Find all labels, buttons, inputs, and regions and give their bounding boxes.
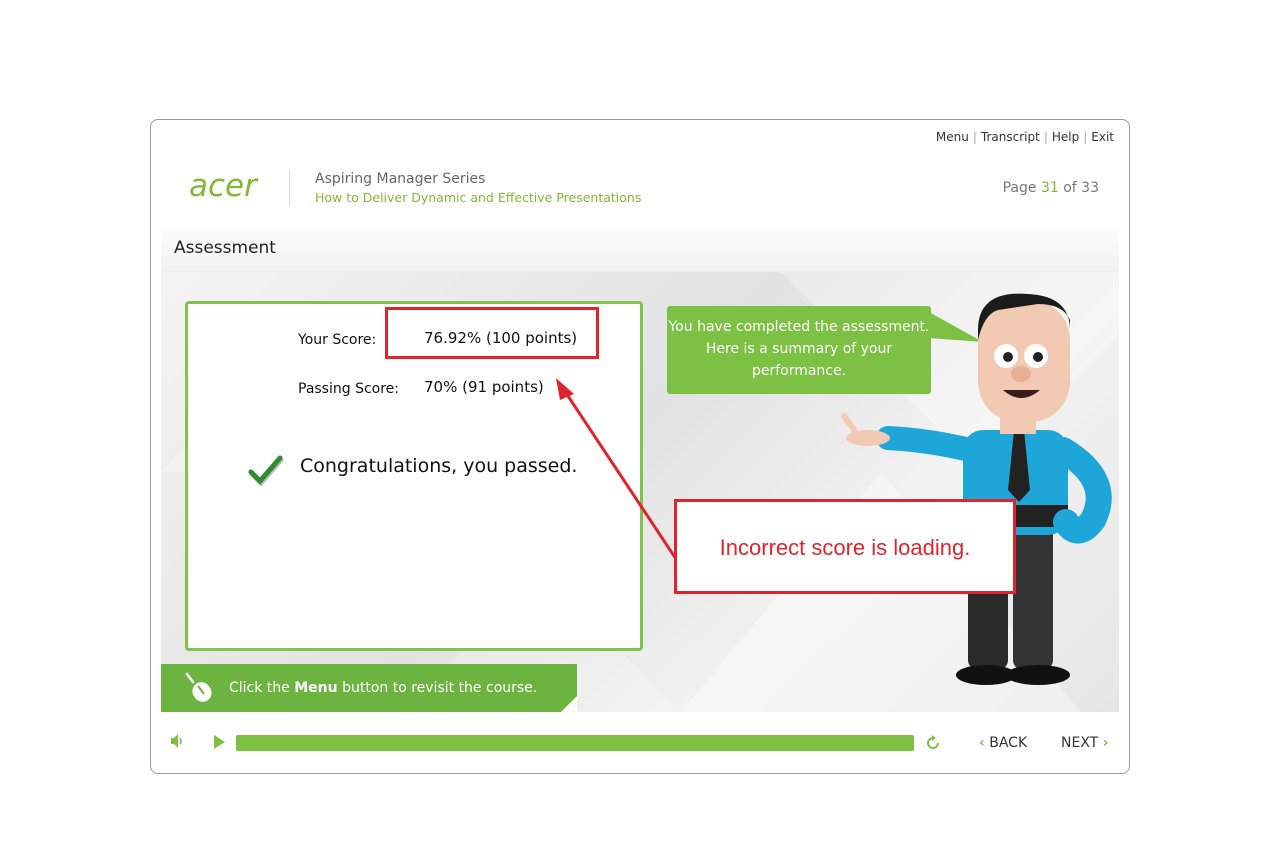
- header-divider: [289, 170, 290, 206]
- hint-bold: Menu: [294, 680, 338, 696]
- page-prefix: Page: [1002, 180, 1037, 196]
- help-link[interactable]: Help: [1052, 130, 1079, 144]
- progress-bar[interactable]: [236, 735, 914, 751]
- hint-fold: [561, 696, 577, 712]
- hint-text: Click the Menu button to revisit the cou…: [229, 680, 537, 696]
- your-score-label: Your Score:: [298, 332, 377, 348]
- next-label: NEXT: [1061, 735, 1099, 751]
- top-nav: Menu | Transcript | Help | Exit: [936, 130, 1114, 144]
- play-icon[interactable]: [213, 734, 227, 754]
- next-button[interactable]: NEXT ›: [1061, 735, 1108, 751]
- series-title: Aspiring Manager Series: [315, 171, 486, 187]
- hint-post: button to revisit the course.: [342, 680, 538, 696]
- annotation-arrow: [556, 378, 682, 566]
- acer-logo: acer: [189, 168, 257, 204]
- chevron-left-icon: ‹: [979, 735, 985, 751]
- score-highlight-box: [385, 307, 599, 359]
- volume-icon[interactable]: [170, 733, 186, 753]
- chevron-right-icon: ›: [1102, 735, 1109, 751]
- passing-score-label: Passing Score:: [298, 381, 400, 397]
- section-title: Assessment: [174, 238, 276, 258]
- exit-link[interactable]: Exit: [1091, 130, 1114, 144]
- annotation-text: Incorrect score is loading.: [719, 535, 971, 560]
- nav-separator: |: [1043, 130, 1048, 144]
- player-controls: ‹ BACK NEXT ›: [161, 720, 1119, 764]
- menu-link[interactable]: Menu: [936, 130, 969, 144]
- passing-score-value: 70% (91 points): [424, 378, 544, 396]
- mouse-click-icon: [183, 672, 217, 708]
- nav-separator: |: [972, 130, 977, 144]
- back-label: BACK: [989, 735, 1028, 751]
- course-title: How to Deliver Dynamic and Effective Pre…: [315, 190, 642, 205]
- result-message: Congratulations, you passed.: [300, 455, 578, 477]
- section-titlebar: Assessment: [161, 220, 1119, 272]
- presenter-character: [841, 293, 1112, 685]
- hint-bar: Click the Menu button to revisit the cou…: [161, 664, 577, 712]
- nav-separator: |: [1083, 130, 1088, 144]
- annotation-box: Incorrect score is loading.: [674, 499, 1016, 594]
- page-current: 31: [1040, 180, 1059, 196]
- replay-icon[interactable]: [924, 734, 942, 756]
- checkmark-icon: [248, 452, 284, 490]
- back-button[interactable]: ‹ BACK: [979, 735, 1027, 751]
- transcript-link[interactable]: Transcript: [981, 130, 1040, 144]
- page-total: of 33: [1063, 180, 1099, 196]
- hint-pre: Click the: [229, 680, 290, 696]
- page-indicator: Page 31 of 33: [1003, 180, 1099, 196]
